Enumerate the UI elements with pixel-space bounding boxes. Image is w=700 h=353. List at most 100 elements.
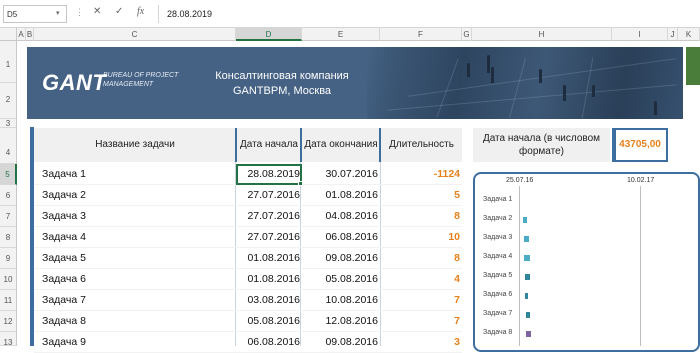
table-row: Задача 2 27.07.2016 01.08.2016 5 xyxy=(34,185,462,206)
company-line-2: GANTBPM, Москва xyxy=(232,85,332,97)
start-date-cell[interactable]: 27.07.2016 xyxy=(236,210,300,222)
gantt-task-label: Задача 5 xyxy=(483,272,513,279)
end-date-cell[interactable]: 04.08.2016 xyxy=(302,210,378,222)
task-name-cell[interactable]: Задача 3 xyxy=(42,210,86,222)
company-line-1: Консалтинговая компания xyxy=(215,70,349,82)
start-date-cell[interactable]: 27.07.2016 xyxy=(236,189,300,201)
column-header-g[interactable]: G xyxy=(462,28,472,41)
numeric-start-value[interactable]: 43705,00 xyxy=(612,128,668,162)
row-header-1[interactable]: 1 xyxy=(0,41,17,83)
row-header-7[interactable]: 7 xyxy=(0,206,17,227)
enter-icon[interactable]: ✓ xyxy=(115,6,123,17)
column-header-i[interactable]: I xyxy=(612,28,668,41)
row-header-13[interactable]: 13 xyxy=(0,332,17,347)
row-header-4[interactable]: 4 xyxy=(0,128,17,164)
duration-cell[interactable]: 10 xyxy=(384,231,460,243)
column-header-a[interactable]: A xyxy=(17,28,26,41)
task-name-cell[interactable]: Задача 6 xyxy=(42,273,86,285)
cancel-icon[interactable]: ✕ xyxy=(93,6,101,17)
select-all-corner[interactable] xyxy=(0,28,17,41)
gantt-task-label: Задача 6 xyxy=(483,291,513,298)
column-headers: A B C D E F G H I J K xyxy=(0,28,700,41)
duration-cell[interactable]: 7 xyxy=(384,294,460,306)
column-header-d[interactable]: D xyxy=(236,28,302,41)
header-duration: Длительность xyxy=(389,139,454,150)
gantt-bar[interactable] xyxy=(526,331,531,337)
formula-input[interactable]: 28.08.2019 xyxy=(158,5,698,23)
function-icon[interactable]: fx xyxy=(137,6,144,17)
start-date-cell[interactable]: 01.08.2016 xyxy=(236,273,300,285)
task-name-cell[interactable]: Задача 8 xyxy=(42,315,86,327)
row-header-8[interactable]: 8 xyxy=(0,227,17,248)
duration-cell[interactable]: 7 xyxy=(384,315,460,327)
duration-cell[interactable]: 8 xyxy=(384,210,460,222)
company-name: Консалтинговая компания GANTBPM, Москва xyxy=(207,69,357,99)
more-icon: ⋮ xyxy=(75,7,84,17)
column-header-e[interactable]: E xyxy=(302,28,380,41)
end-date-cell[interactable]: 10.08.2016 xyxy=(302,294,378,306)
duration-cell[interactable]: -1124 xyxy=(384,168,460,180)
gantt-tick-1: 25.07.16 xyxy=(506,177,534,184)
gantt-gridline xyxy=(640,186,641,346)
table-row: Задача 8 05.08.2016 12.08.2016 7 xyxy=(34,311,462,332)
row-header-6[interactable]: 6 xyxy=(0,185,17,206)
task-name-cell[interactable]: Задача 5 xyxy=(42,252,86,264)
header-end-date: Дата окончания xyxy=(304,139,378,150)
gantt-bar[interactable] xyxy=(523,217,527,223)
task-name-cell[interactable]: Задача 9 xyxy=(42,336,86,348)
active-cell-border xyxy=(236,164,302,185)
table-row: Задача 4 27.07.2016 06.08.2016 10 xyxy=(34,227,462,248)
green-shape xyxy=(686,47,700,85)
task-name-cell[interactable]: Задача 1 xyxy=(42,168,86,180)
logo-subtitle: BUREAU OF PROJECT MANAGEMENT xyxy=(103,72,179,88)
duration-cell[interactable]: 3 xyxy=(384,336,460,348)
column-header-f[interactable]: F xyxy=(380,28,462,41)
column-header-j[interactable]: J xyxy=(668,28,678,41)
row-header-2[interactable]: 2 xyxy=(0,83,17,119)
table-row: Задача 5 01.08.2016 09.08.2016 8 xyxy=(34,248,462,269)
gantt-bar[interactable] xyxy=(525,293,528,299)
end-date-cell[interactable]: 01.08.2016 xyxy=(302,189,378,201)
gantt-task-label: Задача 8 xyxy=(483,329,513,336)
duration-cell[interactable]: 5 xyxy=(384,189,460,201)
start-date-cell[interactable]: 06.08.2016 xyxy=(236,336,300,348)
table-row: Задача 7 03.08.2016 10.08.2016 7 xyxy=(34,290,462,311)
gantt-bar[interactable] xyxy=(524,255,530,261)
row-header-3[interactable]: 3 xyxy=(0,119,17,128)
column-header-c[interactable]: C xyxy=(34,28,236,41)
row-header-10[interactable]: 10 xyxy=(0,269,17,290)
gantt-task-label: Задача 3 xyxy=(483,234,513,241)
table-row: Задача 9 06.08.2016 09.08.2016 3 xyxy=(34,332,462,353)
column-header-h[interactable]: H xyxy=(472,28,612,41)
end-date-cell[interactable]: 06.08.2016 xyxy=(302,231,378,243)
start-date-cell[interactable]: 05.08.2016 xyxy=(236,315,300,327)
start-date-cell[interactable]: 01.08.2016 xyxy=(236,252,300,264)
start-date-cell[interactable]: 27.07.2016 xyxy=(236,231,300,243)
start-date-cell[interactable]: 03.08.2016 xyxy=(236,294,300,306)
row-header-5[interactable]: 5 xyxy=(0,164,17,185)
task-name-cell[interactable]: Задача 2 xyxy=(42,189,86,201)
end-date-cell[interactable]: 30.07.2016 xyxy=(302,168,378,180)
gantt-bar[interactable] xyxy=(525,274,530,280)
column-header-b[interactable]: B xyxy=(26,28,34,41)
gantt-bar[interactable] xyxy=(526,312,530,318)
gantt-tick-2: 10.02.17 xyxy=(627,177,655,184)
end-date-cell[interactable]: 09.08.2016 xyxy=(302,336,378,348)
duration-cell[interactable]: 8 xyxy=(384,252,460,264)
end-date-cell[interactable]: 05.08.2016 xyxy=(302,273,378,285)
gantt-bar[interactable] xyxy=(524,236,529,242)
header-start-date: Дата начала xyxy=(240,139,298,150)
fill-handle[interactable] xyxy=(298,181,303,186)
row-header-12[interactable]: 12 xyxy=(0,311,17,332)
value-accent xyxy=(612,128,616,162)
duration-cell[interactable]: 4 xyxy=(384,273,460,285)
column-header-k[interactable]: K xyxy=(678,28,700,41)
task-name-cell[interactable]: Задача 7 xyxy=(42,294,86,306)
row-header-9[interactable]: 9 xyxy=(0,248,17,269)
end-date-cell[interactable]: 12.08.2016 xyxy=(302,315,378,327)
numeric-start-label: Дата начала (в числовом формате) xyxy=(473,128,610,162)
task-name-cell[interactable]: Задача 4 xyxy=(42,231,86,243)
end-date-cell[interactable]: 09.08.2016 xyxy=(302,252,378,264)
chevron-down-icon[interactable]: ▾ xyxy=(56,9,60,17)
row-header-11[interactable]: 11 xyxy=(0,290,17,311)
